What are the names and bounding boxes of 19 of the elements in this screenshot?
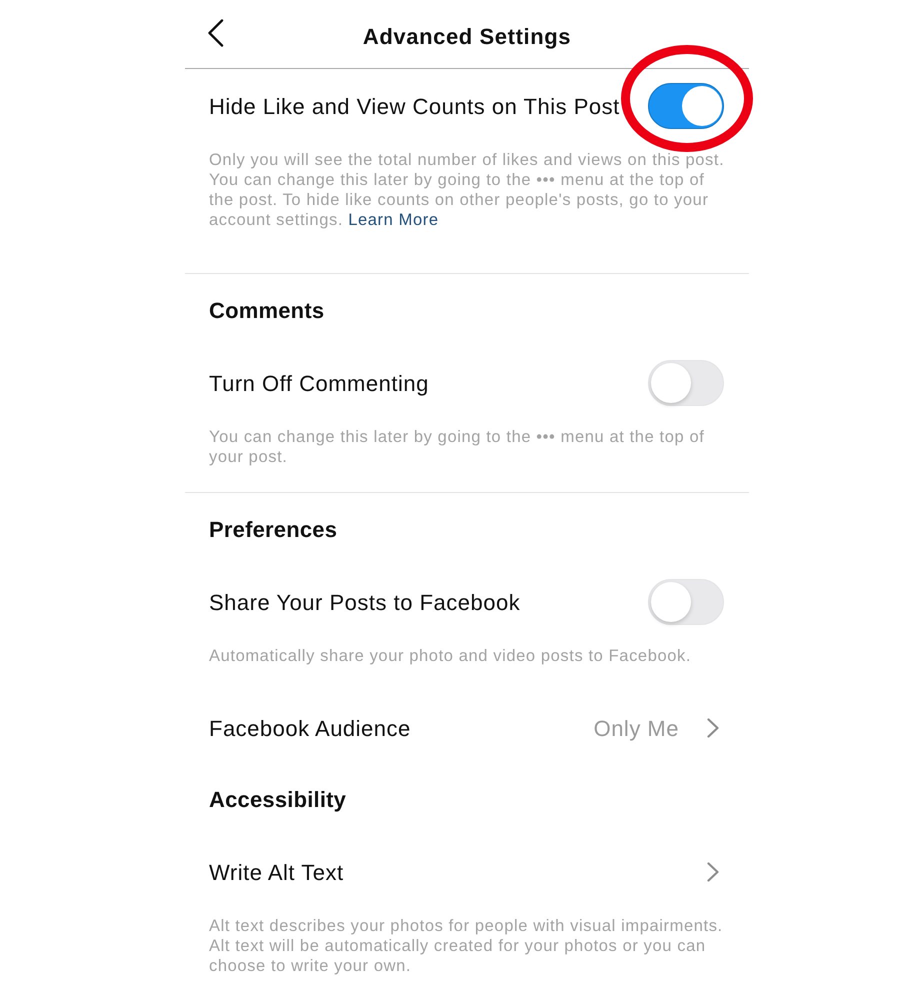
setting-label[interactable]: Write Alt Text xyxy=(209,856,344,888)
page-title: Advanced Settings xyxy=(362,22,572,51)
chevron-right-icon xyxy=(707,862,719,882)
setting-label: Turn Off Commenting xyxy=(209,370,429,398)
chevron-right-icon xyxy=(707,718,719,738)
section-heading: Preferences xyxy=(209,517,338,543)
setting-description: You can change this later by going to the ••• menu at the top of your post. xyxy=(209,427,706,467)
toggle-switch[interactable] xyxy=(648,83,724,129)
back-icon xyxy=(206,19,224,47)
setting-description: Alt text describes your photos for people with visual impairments. Alt text will be automatically created for your photos or you can choose to write your own. xyxy=(209,916,724,976)
section-heading: Accessibility xyxy=(209,787,348,813)
learn-more-link[interactable]: Learn More xyxy=(348,211,439,229)
section-heading: Comments xyxy=(209,298,326,324)
setting-label[interactable]: Facebook Audience xyxy=(209,712,411,744)
setting-description: Only you will see the total number of likes and views on this post. You can change this later by going to the ••• menu at the top of the post. To hide like counts on other people's posts, go to your account settings. Learn More xyxy=(209,150,726,230)
setting-value: Only Me xyxy=(594,714,679,743)
setting-label: Share Your Posts to Facebook xyxy=(209,588,520,616)
setting-description: Automatically share your photo and video posts to Facebook. xyxy=(209,646,692,666)
setting-label: Hide Like and View Counts on This Post xyxy=(209,92,620,120)
